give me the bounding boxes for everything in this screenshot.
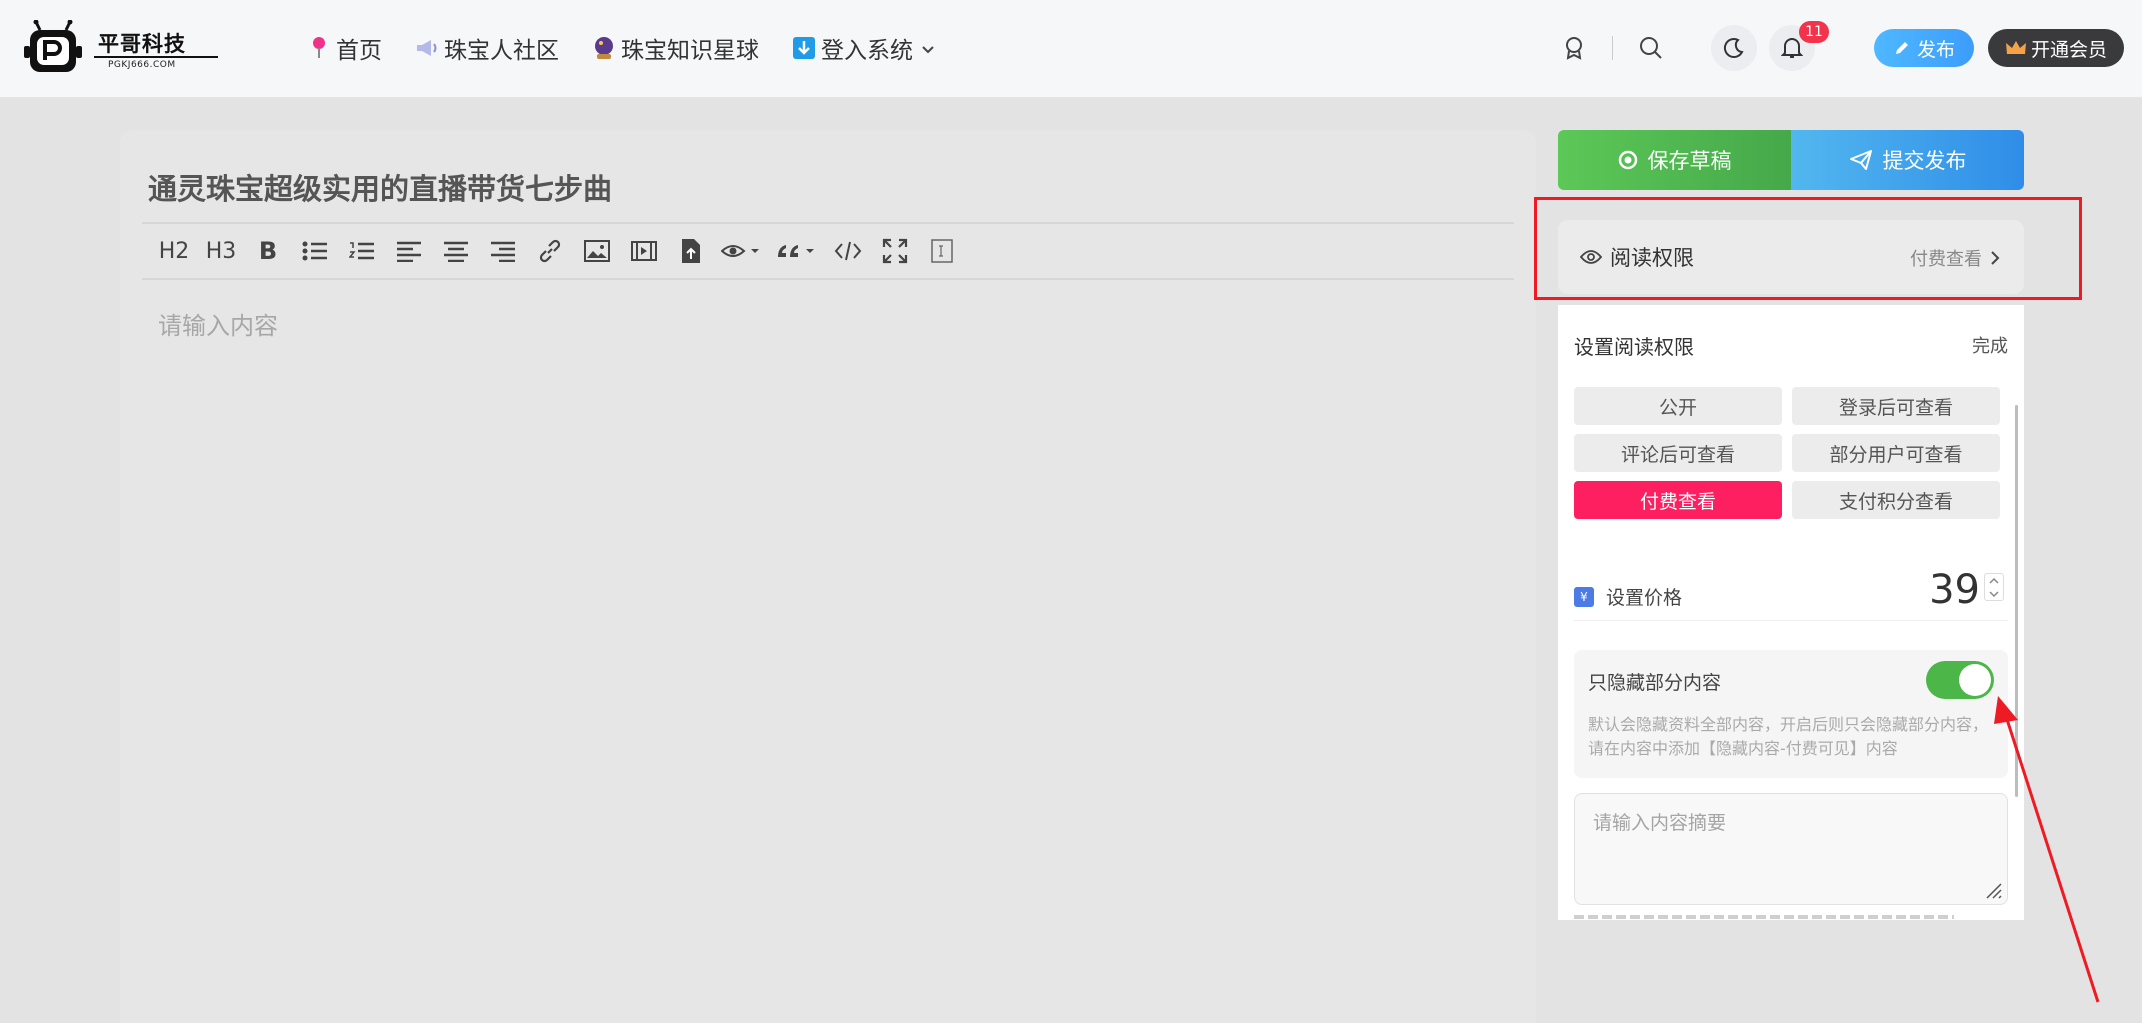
submit-label: 提交发布 [1882, 149, 1967, 173]
option-login-required[interactable]: 登录后可查看 [1792, 387, 2000, 425]
notification-badge: 11 [1799, 21, 1829, 43]
nav-item-home[interactable]: 首页 [306, 31, 382, 65]
bold-button[interactable]: B [248, 231, 288, 271]
robot-logo-icon [24, 20, 82, 72]
content-editor[interactable]: 请输入内容 [158, 306, 278, 341]
crystal-ball-icon [591, 35, 617, 61]
option-paid[interactable]: 付费查看 [1574, 481, 1782, 519]
pencil-icon [1895, 42, 1908, 54]
bell-icon [1781, 38, 1803, 58]
vip-button[interactable]: 开通会员 [1988, 29, 2124, 67]
align-center-icon[interactable] [436, 231, 476, 271]
search-icon[interactable] [1635, 32, 1667, 64]
hide-partial-title: 只隐藏部分内容 [1588, 672, 1722, 694]
submit-button[interactable]: 提交发布 [1791, 130, 2024, 190]
option-some-users[interactable]: 部分用户可查看 [1792, 434, 2000, 472]
toggle-knob [1959, 664, 1991, 696]
heading3-button[interactable]: H3 [201, 231, 241, 271]
logo-divider [94, 56, 218, 58]
video-icon[interactable] [624, 231, 664, 271]
logo-subtext: PGKJ666.COM [108, 60, 176, 70]
header-divider [1612, 36, 1613, 60]
panel-title: 设置阅读权限 [1574, 335, 1694, 359]
nav-item-login[interactable]: 登入系统 [791, 31, 935, 65]
vip-label: 开通会员 [2030, 38, 2107, 61]
numbered-list-icon[interactable] [342, 231, 382, 271]
post-editor: 通灵珠宝超级实用的直播带货七步曲 H2 H3 B 请输入内容 [120, 130, 1536, 1023]
crown-icon [2005, 41, 2026, 54]
megaphone-icon [414, 35, 440, 61]
action-buttons: 保存草稿 提交发布 [1558, 130, 2024, 190]
hide-partial-toggle[interactable] [1926, 661, 1994, 699]
nav-label: 首页 [336, 38, 382, 64]
notification-button[interactable]: 11 [1769, 21, 1829, 71]
price-input[interactable]: 39 [1929, 567, 1980, 613]
summary-placeholder: 请输入内容摘要 [1593, 812, 1727, 834]
target-icon [1618, 150, 1637, 170]
quote-dropdown-icon[interactable] [773, 231, 821, 271]
publish-button[interactable]: 发布 [1874, 29, 1974, 67]
file-upload-icon[interactable] [671, 231, 711, 271]
nav-item-community[interactable]: 珠宝人社区 [414, 31, 559, 65]
link-icon[interactable] [530, 231, 570, 271]
price-label: ¥ 设置价格 [1574, 583, 1682, 610]
chevron-down-icon[interactable] [1989, 590, 1999, 597]
annotation-arrow-icon [1994, 696, 2100, 1003]
code-icon[interactable] [828, 231, 868, 271]
read-permission-panel: 设置阅读权限 完成 公开 登录后可查看 评论后可查看 部分用户可查看 付费查看 … [1558, 305, 2024, 920]
annotation-highlight-box [1534, 197, 2082, 300]
eye-dropdown-icon[interactable] [718, 231, 766, 271]
clipped-hint-text [1574, 909, 1954, 919]
hide-partial-box: 只隐藏部分内容 默认会隐藏资料全部内容，开启后则只会隐藏部分内容，请在内容中添加… [1574, 650, 2008, 778]
permission-options: 公开 登录后可查看 评论后可查看 部分用户可查看 付费查看 支付积分查看 [1574, 387, 2000, 519]
chevron-down-icon [921, 35, 935, 61]
publish-label: 发布 [1916, 38, 1955, 61]
option-points[interactable]: 支付积分查看 [1792, 481, 2000, 519]
align-right-icon[interactable] [483, 231, 523, 271]
align-left-icon[interactable] [389, 231, 429, 271]
main-nav: 首页 珠宝人社区 珠宝知识星球 登入系统 [306, 28, 967, 68]
image-icon[interactable] [577, 231, 617, 271]
nav-label: 登入系统 [821, 38, 913, 64]
fullscreen-icon[interactable] [875, 231, 915, 271]
price-tag-icon: ¥ [1574, 586, 1594, 607]
heading2-button[interactable]: H2 [154, 231, 194, 271]
site-logo[interactable]: 平哥科技 PGKJ666.COM [24, 20, 218, 78]
moon-icon [1723, 38, 1744, 59]
download-arrow-icon [791, 35, 817, 61]
top-header: 平哥科技 PGKJ666.COM 首页 珠宝人社区 珠宝知识星球 登入系统 11… [0, 0, 2142, 98]
post-title-input[interactable]: 通灵珠宝超级实用的直播带货七步曲 [148, 166, 612, 208]
medal-icon[interactable] [1558, 32, 1590, 64]
save-draft-button[interactable]: 保存草稿 [1558, 130, 1791, 190]
summary-textarea[interactable]: 请输入内容摘要 [1574, 793, 2008, 905]
save-draft-label: 保存草稿 [1647, 149, 1732, 173]
header-tools: 11 [1558, 20, 1829, 76]
option-comment-required[interactable]: 评论后可查看 [1574, 434, 1782, 472]
editor-toolbar: H2 H3 B [142, 222, 1514, 280]
bullet-list-icon[interactable] [295, 231, 335, 271]
price-row: ¥ 设置价格 39 [1574, 563, 2008, 621]
done-button[interactable]: 完成 [1972, 332, 2008, 358]
nav-item-knowledge[interactable]: 珠宝知识星球 [591, 31, 759, 65]
price-label-text: 设置价格 [1606, 587, 1683, 609]
price-stepper[interactable] [1984, 573, 2004, 601]
option-public[interactable]: 公开 [1574, 387, 1782, 425]
paper-plane-icon [1849, 150, 1872, 170]
preview-icon[interactable] [922, 231, 962, 271]
hide-partial-description: 默认会隐藏资料全部内容，开启后则只会隐藏部分内容，请在内容中添加【隐藏内容-付费… [1588, 715, 1989, 758]
chevron-up-icon[interactable] [1989, 577, 1999, 584]
logo-text: 平哥科技 [98, 32, 186, 56]
dark-mode-toggle[interactable] [1711, 25, 1757, 71]
nav-label: 珠宝知识星球 [621, 38, 759, 64]
pin-icon [306, 35, 332, 61]
nav-label: 珠宝人社区 [444, 38, 559, 64]
